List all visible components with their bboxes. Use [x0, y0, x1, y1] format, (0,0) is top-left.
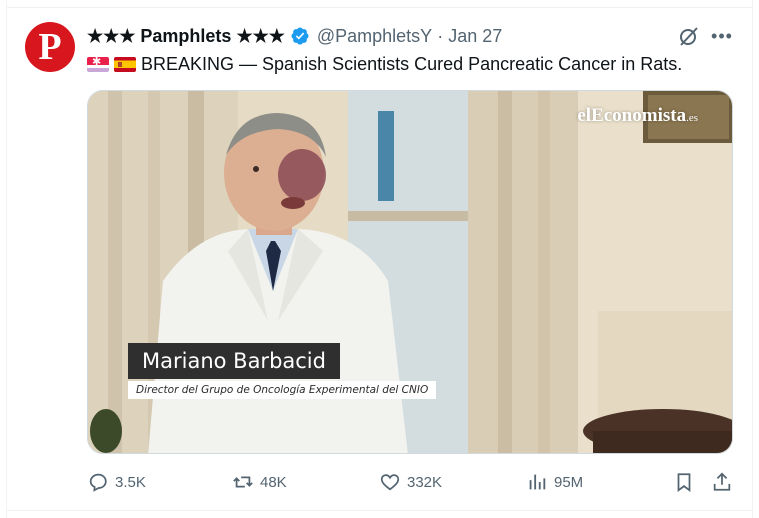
- repost-icon: [233, 476, 253, 488]
- heart-icon: [380, 474, 400, 491]
- avatar[interactable]: P: [25, 22, 75, 72]
- watermark-text: elEconomista: [577, 105, 687, 126]
- reply-icon: [89, 473, 107, 492]
- share-button[interactable]: [711, 471, 733, 493]
- post-date[interactable]: Jan 27: [448, 26, 502, 47]
- separator-dot: ·: [437, 25, 444, 46]
- post-header: ★★★ Pamphlets ★★★ @PamphletsY · Jan 27: [87, 24, 502, 48]
- spain-flag-icon: [114, 56, 136, 72]
- bookmark-button[interactable]: [673, 471, 695, 493]
- bookmark-icon: [677, 473, 691, 492]
- lower-third-name: Mariano Barbacid: [128, 343, 340, 379]
- madrid-flag-icon: [87, 56, 109, 72]
- video-watermark: elEconomista.es: [577, 105, 698, 127]
- reply-count: 3.5K: [115, 473, 146, 491]
- like-count: 332K: [407, 473, 443, 491]
- author-handle[interactable]: @PamphletsY: [317, 26, 432, 47]
- grok-icon[interactable]: [677, 24, 701, 48]
- like-button[interactable]: 332K: [379, 471, 442, 493]
- reply-button[interactable]: 3.5K: [87, 471, 146, 493]
- verified-badge-icon[interactable]: [290, 26, 310, 46]
- post-text: BREAKING — Spanish Scientists Cured Panc…: [87, 52, 682, 76]
- views-icon: [529, 474, 546, 490]
- repost-button[interactable]: 48K: [232, 471, 287, 493]
- avatar-letter: P: [38, 26, 62, 68]
- share-icon: [713, 472, 731, 491]
- lower-third-role: Director del Grupo de Oncología Experime…: [128, 381, 437, 399]
- divider: [6, 510, 753, 511]
- action-bar: 3.5K 48K 332K 95M: [0, 471, 759, 497]
- more-options-icon[interactable]: •••: [710, 25, 734, 47]
- divider: [6, 7, 753, 8]
- views-button[interactable]: 95M: [526, 471, 583, 493]
- author-name[interactable]: ★★★ Pamphlets ★★★: [87, 26, 285, 47]
- watermark-suffix: .es: [686, 112, 698, 124]
- video-frame: [88, 91, 732, 453]
- post-body: BREAKING — Spanish Scientists Cured Panc…: [141, 53, 683, 74]
- views-count: 95M: [554, 473, 584, 491]
- repost-count: 48K: [260, 473, 287, 491]
- video-player[interactable]: elEconomista.es Mariano Barbacid Directo…: [87, 90, 733, 454]
